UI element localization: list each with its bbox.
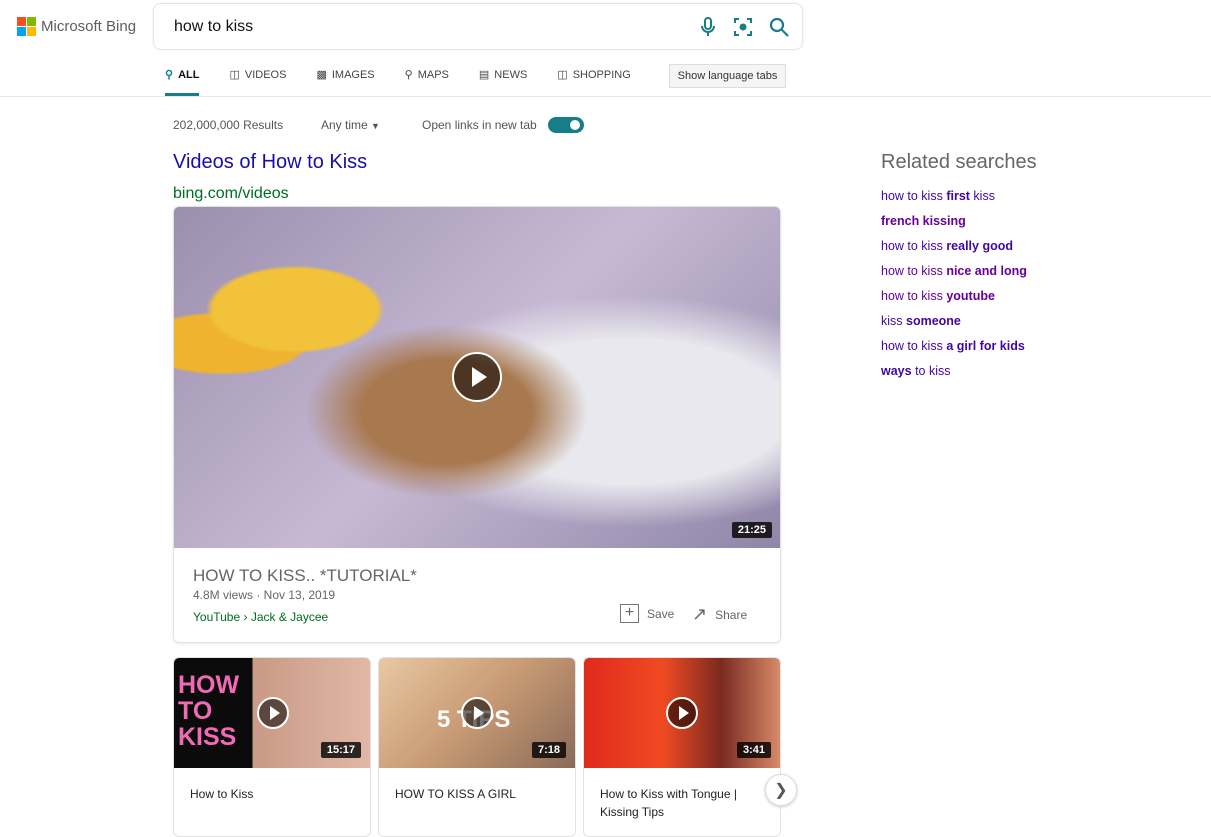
tab-maps[interactable]: ⚲ MAPS: [405, 67, 449, 96]
show-language-tabs-button[interactable]: Show language tabs: [669, 64, 786, 88]
video-channel: YouTube › Jack & Jaycee: [193, 610, 329, 624]
search-box[interactable]: how to kiss: [153, 3, 803, 50]
share-button[interactable]: ↗ Share: [692, 604, 747, 625]
map-pin-icon: ⚲: [404, 69, 413, 81]
results-count: 202,000,000 Results: [173, 118, 284, 132]
search-tabs: ⚲ ALL ◫ VIDEOS ▩ IMAGES ⚲ MAPS ▤ NEWS ◫ SHOPPI…: [165, 67, 661, 96]
related-search-link[interactable]: ways to kiss: [881, 359, 1027, 384]
video-thumb[interactable]: 3:41 How to Kiss with Tongue | Kissing T…: [583, 657, 781, 837]
video-title[interactable]: How to Kiss: [190, 785, 360, 803]
video-meta: 4.8M views · Nov 13, 2019: [193, 588, 336, 602]
videos-source: bing.com/videos: [173, 185, 289, 202]
related-search-link[interactable]: how to kiss youtube: [881, 284, 1027, 309]
video-duration: 7:18: [531, 742, 566, 758]
related-searches-heading: Related searches: [881, 151, 1037, 173]
share-icon: ↗: [692, 604, 708, 624]
microphone-icon[interactable]: [697, 16, 719, 38]
open-links-new-tab-toggle[interactable]: [548, 117, 584, 133]
new-tab-label: Open links in new tab: [422, 118, 537, 132]
microsoft-logo-icon: [17, 17, 36, 36]
related-search-link[interactable]: french kissing: [881, 209, 1027, 234]
related-search-link[interactable]: how to kiss nice and long: [881, 259, 1027, 284]
search-icon: ⚲: [165, 69, 174, 81]
video-title[interactable]: HOW TO KISS A GIRL: [395, 785, 565, 803]
play-icon[interactable]: [666, 697, 698, 729]
save-button[interactable]: + Save: [620, 604, 674, 623]
video-thumb[interactable]: HOW TO KISS 15:17 How to Kiss: [173, 657, 371, 837]
brand-name: Microsoft Bing: [41, 18, 137, 35]
video-title[interactable]: How to Kiss with Tongue | Kissing Tips: [600, 785, 770, 821]
video-duration: 21:25: [731, 522, 772, 538]
related-search-link[interactable]: how to kiss really good: [881, 234, 1027, 259]
chevron-right-icon: ❯: [774, 782, 788, 799]
video-icon: ◫: [229, 69, 240, 81]
image-icon: ▩: [316, 69, 327, 81]
video-thumb[interactable]: 5 TIPS 7:18 HOW TO KISS A GIRL: [378, 657, 576, 837]
related-search-link[interactable]: how to kiss first kiss: [881, 184, 1027, 209]
caret-down-icon: ▼: [371, 121, 380, 131]
video-duration: 3:41: [736, 742, 771, 758]
main-video-card[interactable]: 21:25 HOW TO KISS.. *TUTORIAL* 4.8M view…: [173, 206, 781, 643]
video-duration: 15:17: [320, 742, 361, 758]
search-icon[interactable]: [768, 16, 790, 38]
video-title[interactable]: HOW TO KISS.. *TUTORIAL*: [193, 566, 417, 586]
visual-search-icon[interactable]: [732, 16, 754, 38]
videos-heading-link[interactable]: Videos of How to Kiss: [173, 151, 367, 174]
search-input[interactable]: how to kiss: [174, 18, 253, 36]
related-search-link[interactable]: how to kiss a girl for kids: [881, 334, 1027, 359]
tab-news[interactable]: ▤ NEWS: [479, 67, 527, 96]
play-icon[interactable]: [452, 352, 502, 402]
play-icon[interactable]: [257, 697, 289, 729]
related-search-link[interactable]: kiss someone: [881, 309, 1027, 334]
tab-shopping[interactable]: ◫ SHOPPING: [557, 67, 630, 96]
time-filter-dropdown[interactable]: Any time ▼: [321, 118, 380, 132]
carousel-next-button[interactable]: ❯: [765, 774, 797, 806]
bing-logo[interactable]: Microsoft Bing: [17, 17, 136, 36]
tab-images[interactable]: ▩ IMAGES: [316, 67, 374, 96]
news-icon: ▤: [478, 69, 490, 81]
thumb-overlay-text: HOW TO KISS: [178, 671, 240, 751]
play-icon[interactable]: [461, 697, 493, 729]
header-divider: [0, 96, 1211, 97]
tab-all[interactable]: ⚲ ALL: [165, 67, 200, 96]
shopping-bag-icon: ◫: [557, 69, 568, 81]
tab-videos[interactable]: ◫ VIDEOS: [229, 67, 286, 96]
add-collection-icon: +: [620, 604, 639, 623]
related-searches-list: how to kiss first kiss french kissing how …: [881, 184, 1027, 384]
